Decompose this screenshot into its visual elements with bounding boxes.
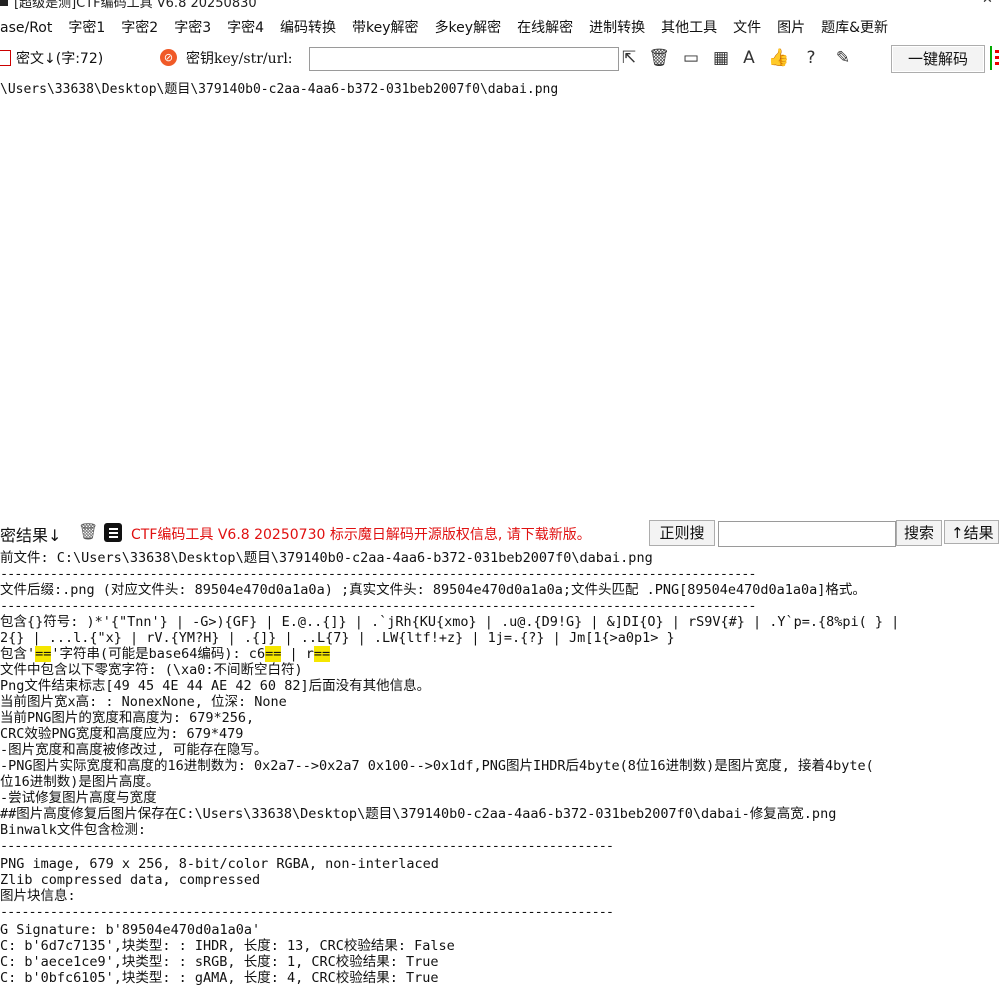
output-line: C: b'0bfc6105',块类型: : gAMA, 长度: 4, CRC校验…	[0, 970, 439, 986]
highlight: ==	[313, 646, 331, 662]
notebook-icon[interactable]	[104, 523, 122, 542]
cipher-input-area[interactable]: \Users\33638\Desktop\题目\379140b0-c2aa-4a…	[0, 74, 999, 516]
input-text: \Users\33638\Desktop\题目\379140b0-c2aa-4a…	[0, 82, 559, 97]
close-button[interactable]: ✕	[982, 0, 993, 7]
title-bar: [超级是测]CTF编码工具 V6.8 20250830 – ✕	[0, 0, 999, 12]
menu-file[interactable]: 文件	[725, 15, 769, 41]
window-title: [超级是测]CTF编码工具 V6.8 20250830	[14, 0, 257, 11]
clear-result-icon[interactable]: 🗑	[78, 522, 98, 541]
menu-bank-update[interactable]: 题库&更新	[813, 15, 896, 41]
text-segment: 包含'	[0, 646, 36, 662]
menu-encoding[interactable]: 编码转换	[272, 15, 344, 41]
menu-bar: ase/Rot 字密1 字密2 字密3 字密4 编码转换 带key解密 多key…	[0, 15, 999, 41]
output-line: ##图片高度修复后图片保存在C:\Users\33638\Desktop\题目\…	[0, 806, 837, 822]
toolbar: 密文↓(字:72) ⊘ 密钥key/str/url: ⇱ 🗑 ▭ ▦ A 👍 ?…	[0, 44, 999, 73]
result-bar: 密结果↓ 🗑 CTF编码工具 V6.8 20250730 标示魔日解码开源版权信…	[0, 519, 999, 547]
regex-search-button[interactable]: 正则搜	[649, 520, 715, 546]
output-line: C: b'aece1ce9',块类型: : sRGB, 长度: 1, CRC校验…	[0, 954, 439, 970]
result-label: 密结果↓	[0, 526, 62, 545]
menu-image[interactable]: 图片	[769, 15, 813, 41]
search-button[interactable]: 搜索	[896, 520, 942, 546]
side-marker	[990, 46, 999, 70]
trash-icon[interactable]: 🗑	[648, 47, 670, 69]
menu-zimi1[interactable]: 字密1	[60, 15, 113, 41]
output-line: -PNG图片实际宽度和高度的16进制数为: 0x2a7-->0x2a7 0x10…	[0, 758, 874, 774]
highlight: ==	[35, 646, 52, 662]
output-line: 包含{}符号: )*'{"Tnn'} | -G>){GF} | E.@..{]}…	[0, 614, 900, 630]
cipher-checkbox[interactable]	[0, 50, 11, 66]
output-line: CRC效验PNG宽度和高度应为: 679*479	[0, 726, 244, 742]
output-line: G Signature: b'89504e470d0a1a0a'	[0, 922, 261, 938]
output-line: C: b'6d7c7135',块类型: : IHDR, 长度: 13, CRC校…	[0, 938, 455, 954]
menu-other-tools[interactable]: 其他工具	[653, 15, 725, 41]
search-input[interactable]	[718, 521, 896, 547]
menu-radix-convert[interactable]: 进制转换	[581, 15, 653, 41]
output-line: PNG image, 679 x 256, 8-bit/color RGBA, …	[0, 856, 439, 872]
output-line: Binwalk文件包含检测:	[0, 822, 147, 838]
result-output-area[interactable]: 前文件: C:\Users\33638\Desktop\题目\379140b0-…	[0, 550, 999, 989]
separator: ----------------------------------------…	[0, 838, 614, 854]
output-line: 当前PNG图片的宽度和高度为: 679*256,	[0, 710, 255, 726]
thumbs-up-icon[interactable]: 👍	[768, 47, 790, 69]
cursor-select-icon[interactable]: ⇱	[618, 47, 640, 69]
separator: ----------------------------------------…	[0, 566, 757, 582]
text-segment: '字符串(可能是base64编码): c6	[51, 646, 266, 662]
output-line: 当前图片宽x高: : NonexNone, 位深: None	[0, 694, 287, 710]
output-line: -尝试修复图片高度与宽度	[0, 790, 157, 806]
highlight: ==	[265, 646, 282, 662]
app-icon	[0, 0, 8, 6]
output-line: 2{} | ...l.{"x} | rV.{YM?H} | .{]} | ..L…	[0, 630, 675, 646]
menu-zimi3[interactable]: 字密3	[166, 15, 219, 41]
edit-icon[interactable]: ✎	[832, 47, 854, 69]
one-click-decode-button[interactable]: 一键解码	[891, 45, 985, 73]
menu-online-decrypt[interactable]: 在线解密	[509, 15, 581, 41]
menu-key-decrypt[interactable]: 带key解密	[344, 15, 427, 41]
output-line: 文件后缀:.png (对应文件头: 89504e470d0a1a0a) ;真实文…	[0, 582, 866, 598]
output-line: 位16进制数)是图片高度。	[0, 774, 160, 790]
output-line: 图片块信息:	[0, 888, 76, 904]
separator: ----------------------------------------…	[0, 904, 614, 920]
key-icon: ⊘	[160, 49, 177, 66]
cipher-label: 密文↓(字:72)	[16, 51, 104, 67]
output-line: Zlib compressed data, compressed	[0, 872, 261, 888]
notice-text[interactable]: CTF编码工具 V6.8 20250730 标示魔日解码开源版权信息, 请下载新…	[131, 524, 591, 544]
menu-zimi4[interactable]: 字密4	[219, 15, 272, 41]
minimize-button[interactable]: –	[926, 0, 933, 7]
help-icon[interactable]: ?	[800, 47, 822, 69]
text-segment: | r	[281, 646, 314, 662]
key-label: 密钥key/str/url:	[186, 51, 293, 67]
menu-multikey-decrypt[interactable]: 多key解密	[427, 15, 510, 41]
output-line: -图片宽度和高度被修改过, 可能存在隐写。	[0, 742, 268, 758]
key-input[interactable]	[309, 47, 619, 71]
font-icon[interactable]: A	[738, 47, 760, 69]
output-line: 文件中包含以下零宽字符: (\xa0:不间断空白符)	[0, 662, 303, 678]
output-line: 前文件: C:\Users\33638\Desktop\题目\379140b0-…	[0, 550, 653, 566]
terminal-icon[interactable]: ▭	[680, 47, 702, 69]
calculator-icon[interactable]: ▦	[710, 47, 732, 69]
menu-zimi2[interactable]: 字密2	[113, 15, 166, 41]
menu-base-rot[interactable]: ase/Rot	[0, 15, 60, 41]
result-up-button[interactable]: ↑结果	[944, 520, 999, 544]
output-line-base64: 包含'=='字符串(可能是base64编码): c6== | r==	[0, 646, 331, 662]
output-line: Png文件结束标志[49 45 4E 44 AE 42 60 82]后面没有其他…	[0, 678, 431, 694]
separator: ----------------------------------------…	[0, 598, 757, 614]
